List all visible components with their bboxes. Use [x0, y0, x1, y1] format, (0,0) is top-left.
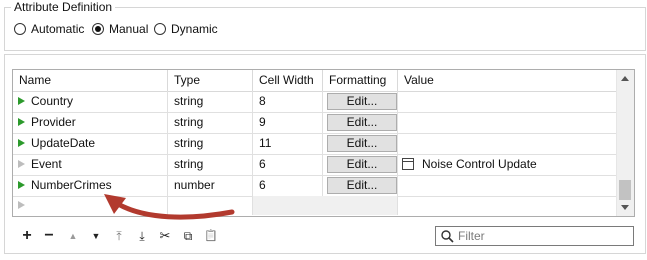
- search-icon: [441, 230, 454, 243]
- move-bottom-icon[interactable]: ⤓: [134, 228, 150, 244]
- move-up-icon[interactable]: ▲: [65, 228, 81, 244]
- paste-icon[interactable]: 📋: [203, 228, 219, 244]
- remove-icon[interactable]: −: [41, 228, 57, 244]
- move-top-icon[interactable]: ⤒: [111, 228, 127, 244]
- add-icon[interactable]: +: [19, 228, 35, 244]
- filter-box[interactable]: [435, 226, 634, 246]
- cut-icon[interactable]: ✂: [157, 228, 173, 244]
- filter-input[interactable]: [458, 228, 628, 244]
- annotation-arrow: [104, 194, 235, 220]
- copy-icon[interactable]: ⧉: [180, 228, 196, 244]
- move-down-icon[interactable]: ▼: [88, 228, 104, 244]
